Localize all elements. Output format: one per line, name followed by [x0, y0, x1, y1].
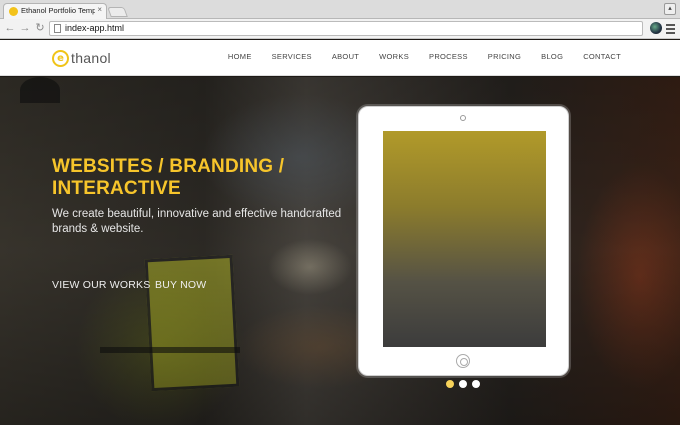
nav-item-about[interactable]: ABOUT — [332, 52, 359, 61]
hero-headline: WEBSITES / BRANDING / INTERACTIVE — [52, 156, 285, 199]
nav-item-pricing[interactable]: PRICING — [488, 52, 521, 61]
extension-icon[interactable] — [650, 22, 662, 34]
slider-pagination — [446, 380, 480, 388]
nav-item-process[interactable]: PROCESS — [429, 52, 468, 61]
address-url[interactable]: index-app.html — [65, 23, 124, 33]
window-control-button[interactable]: ▴ — [664, 3, 676, 15]
main-nav: HOME SERVICES ABOUT WORKS PROCESS PRICIN… — [208, 52, 621, 61]
logo-text: thanol — [71, 50, 111, 66]
slider-dot[interactable] — [472, 380, 480, 388]
ethanol-favicon-icon — [9, 7, 18, 16]
slider-dot[interactable] — [446, 380, 454, 388]
hero-section: WEBSITES / BRANDING / INTERACTIVE We cre… — [0, 77, 680, 425]
tablet-home-button-icon — [456, 354, 470, 368]
slider-dot[interactable] — [459, 380, 467, 388]
nav-item-contact[interactable]: CONTACT — [583, 52, 621, 61]
browser-tab[interactable]: Ethanol Portfolio Template × — [3, 3, 107, 19]
reload-icon[interactable]: ↻ — [33, 21, 47, 35]
tablet-mockup — [358, 106, 569, 376]
tablet-camera-icon — [460, 115, 466, 121]
browser-toolbar: ← → ↻ index-app.html — [0, 19, 680, 39]
back-arrow-icon[interactable]: ← — [3, 21, 17, 35]
tab-title: Ethanol Portfolio Template — [21, 6, 95, 15]
ethanol-logo-icon: e — [52, 49, 69, 67]
address-bar[interactable]: index-app.html — [49, 21, 643, 36]
page-icon — [54, 24, 61, 33]
tablet-screen — [383, 131, 546, 347]
hero-subline: We create beautiful, innovative and effe… — [52, 208, 342, 235]
buy-now-link[interactable]: BUY NOW — [155, 279, 206, 291]
view-works-link[interactable]: VIEW OUR WORKS — [52, 279, 150, 291]
nav-item-blog[interactable]: BLOG — [541, 52, 563, 61]
site-logo[interactable]: e thanol — [52, 49, 111, 67]
forward-arrow-icon[interactable]: → — [18, 21, 32, 35]
nav-item-works[interactable]: WORKS — [379, 52, 409, 61]
nav-item-home[interactable]: HOME — [228, 52, 252, 61]
site-header: e thanol HOME SERVICES ABOUT WORKS PROCE… — [0, 40, 680, 76]
nav-item-services[interactable]: SERVICES — [272, 52, 312, 61]
browser-tabstrip: Ethanol Portfolio Template × ▴ — [0, 0, 680, 19]
hamburger-menu-icon[interactable] — [666, 22, 675, 34]
new-tab-button[interactable] — [107, 7, 128, 17]
tab-close-icon[interactable]: × — [97, 5, 102, 14]
hero-overlay — [0, 77, 680, 425]
